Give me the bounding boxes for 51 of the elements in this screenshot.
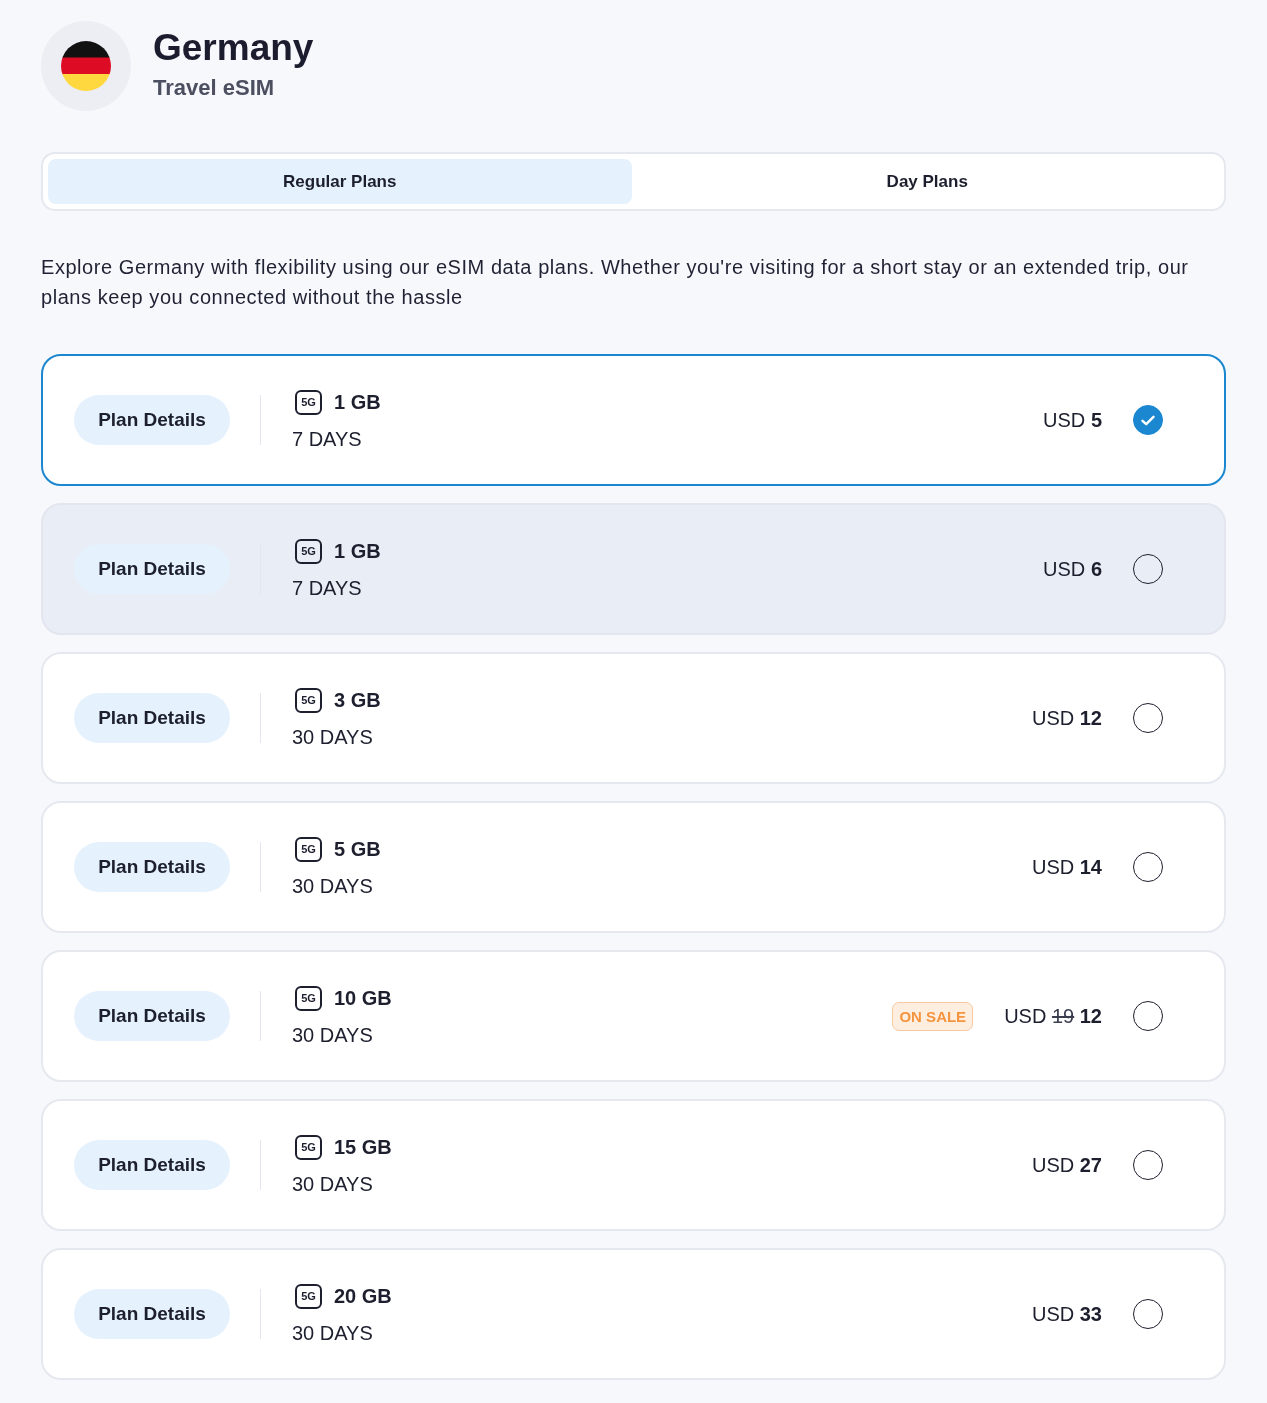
plan-details-button[interactable]: Plan Details — [74, 395, 230, 445]
plan-details-button[interactable]: Plan Details — [74, 544, 230, 594]
description-text: Explore Germany with flexibility using our eSIM data plans. Whether you're visiting for a short stay or an extended trip, our plans keep you connected without the hassle — [41, 255, 1190, 310]
plan-details-button[interactable]: Plan Details — [74, 1140, 230, 1190]
data-amount: 20 GB — [334, 1284, 392, 1308]
plan-duration: 30 DAYS — [292, 1321, 374, 1346]
sale-badge: ON SALE — [892, 1001, 974, 1031]
price-text: USD 6 — [1043, 557, 1102, 581]
network-badge: 5G — [295, 985, 322, 1011]
price-text: USD 12 — [1031, 706, 1102, 730]
plan-card[interactable]: Plan Details 5G 5 GB 30 DAYS USD 14 — [41, 801, 1226, 933]
network-badge: 5G — [295, 687, 322, 713]
price-text: USD 33 — [1031, 1302, 1102, 1326]
data-amount: 5 GB — [334, 837, 381, 861]
data-amount: 3 GB — [334, 688, 381, 712]
data-amount: 15 GB — [334, 1135, 392, 1159]
plan-details-button[interactable]: Plan Details — [74, 693, 230, 743]
network-badge: 5G — [295, 1134, 322, 1160]
data-amount: 1 GB — [334, 539, 381, 563]
plan-card[interactable]: Plan Details 5G 20 GB 30 DAYS USD 33 — [41, 1248, 1226, 1380]
country-title: Germany — [153, 27, 314, 69]
plan-details-button[interactable]: Plan Details — [74, 1289, 230, 1339]
plan-duration: 30 DAYS — [292, 1172, 374, 1197]
price-text: USD 27 — [1031, 1153, 1102, 1177]
network-badge: 5G — [295, 836, 322, 862]
plan-card[interactable]: Plan Details 5G 1 GB 7 DAYS USD 5 — [41, 354, 1226, 486]
price-text: USD 19 12 — [1004, 1004, 1102, 1028]
subtitle-text: Travel eSIM — [153, 75, 276, 101]
price-text: USD 14 — [1031, 855, 1102, 879]
network-badge: 5G — [295, 1283, 322, 1309]
network-badge: 5G — [295, 538, 322, 564]
plan-card[interactable]: Plan Details 5G 10 GB 30 DAYS ON SALE USD 19 12 — [41, 950, 1226, 1082]
plan-tab[interactable]: Regular Plans — [48, 159, 632, 204]
plan-tab[interactable]: Day Plans — [635, 159, 1219, 204]
radio-button[interactable] — [1133, 405, 1163, 435]
data-amount: 10 GB — [334, 986, 392, 1010]
plan-details-button[interactable]: Plan Details — [74, 842, 230, 892]
plan-card[interactable]: Plan Details 5G 15 GB 30 DAYS USD 27 — [41, 1099, 1226, 1231]
plan-details-button[interactable]: Plan Details — [74, 991, 230, 1041]
plan-duration: 30 DAYS — [292, 1023, 374, 1048]
plan-card[interactable]: Plan Details 5G 3 GB 30 DAYS USD 12 — [41, 652, 1226, 784]
flag-icon — [41, 21, 131, 111]
check-icon — [1141, 414, 1155, 426]
network-badge: 5G — [295, 389, 322, 415]
plan-card[interactable]: Plan Details 5G 1 GB 7 DAYS USD 6 — [41, 503, 1226, 635]
data-amount: 1 GB — [334, 390, 381, 414]
price-text: USD 5 — [1043, 408, 1102, 432]
plan-duration: 7 DAYS — [292, 576, 363, 601]
plan-duration: 30 DAYS — [292, 725, 374, 750]
plan-duration: 30 DAYS — [292, 874, 374, 899]
plan-duration: 7 DAYS — [292, 427, 363, 452]
